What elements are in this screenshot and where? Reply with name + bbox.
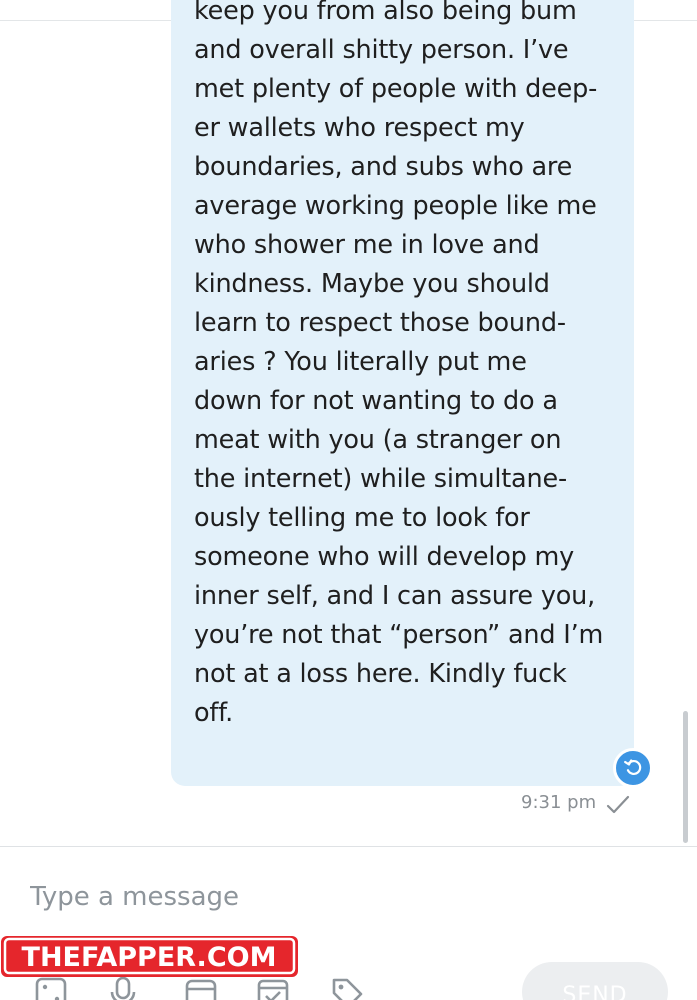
message-line: down for not wanting to do a: [194, 386, 558, 416]
check-icon: [606, 795, 630, 814]
message-line: ously telling me to look for: [194, 503, 530, 533]
message-timestamp: 9:31 pm: [521, 792, 597, 813]
message-line: and overall shitty person. I’ve: [194, 35, 569, 65]
message-line: er wallets who respect my: [194, 113, 525, 143]
reply-button[interactable]: [613, 748, 653, 788]
message-line: the internet) while simultane-: [194, 464, 567, 494]
message-text: keep you from also being bum and overall…: [194, 0, 624, 733]
message-line: you’re not that “person” and I’m: [194, 620, 604, 650]
message-line: keep you from also being bum: [194, 0, 577, 26]
scrollbar-thumb[interactable]: [683, 711, 688, 843]
chat-screen: keep you from also being bum and overall…: [0, 0, 697, 1000]
message-line: learn to respect those bound-: [194, 308, 566, 338]
send-button[interactable]: SEND: [522, 962, 668, 1000]
message-line: someone who will develop my: [194, 542, 575, 572]
message-line: average working people like me: [194, 191, 597, 221]
message-line: who shower me in love and: [194, 230, 540, 260]
message-line: off.: [194, 698, 234, 728]
message-thread[interactable]: keep you from also being bum and overall…: [0, 0, 697, 846]
message-line: meat with you (a stranger on: [194, 425, 562, 455]
message-input[interactable]: [30, 872, 630, 922]
message-line: inner self, and I can assure you,: [194, 581, 595, 611]
reply-icon: [624, 759, 642, 775]
price-tag-icon[interactable]: [330, 976, 364, 1000]
message-line: aries ? You literally put me: [194, 347, 527, 377]
message-line: kindness. Maybe you should: [194, 269, 550, 299]
composer-divider: [0, 846, 697, 847]
message-line: not at a loss here. Kindly fuck: [194, 659, 567, 689]
watermark-logo: THEFAPPER.COM: [1, 936, 298, 977]
message-line: boundaries, and subs who are: [194, 152, 573, 182]
watermark-text: THEFAPPER.COM: [22, 942, 277, 973]
message-line: met plenty of people with deep-: [194, 74, 598, 104]
